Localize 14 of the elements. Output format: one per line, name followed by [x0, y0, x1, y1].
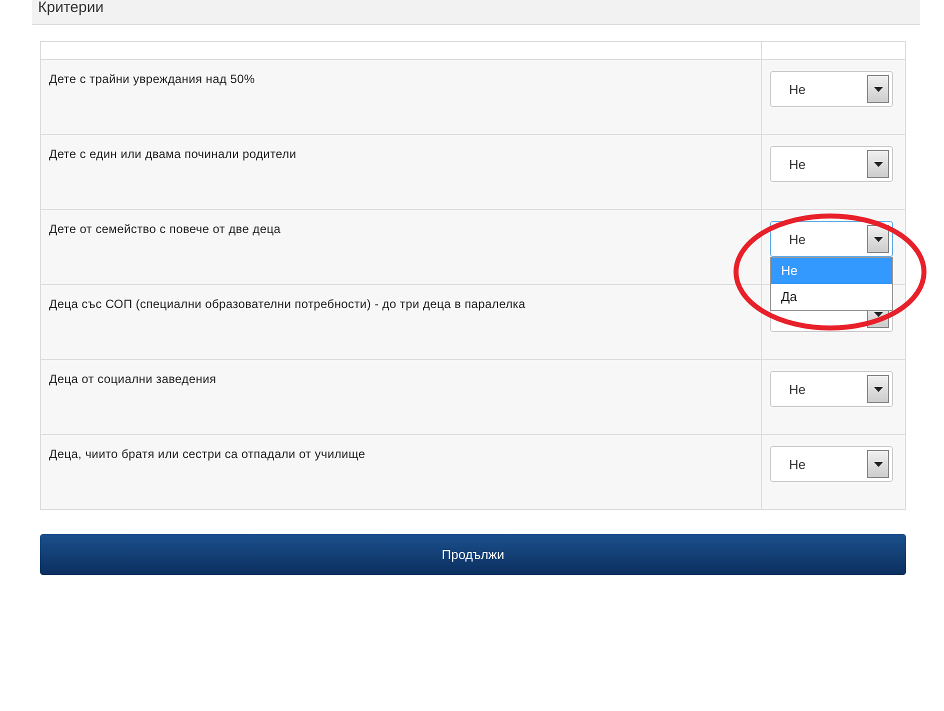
criterion-label: Дете от семейство с повече от две деца: [49, 222, 281, 236]
criterion-label: Деца, чиито братя или сестри са отпадали от училище: [49, 447, 366, 461]
select-field[interactable]: Не: [770, 371, 893, 407]
panel-title: Критерии: [38, 0, 104, 16]
criterion-label: Деца със СОП (специални образователни потребности) - до три деца в паралелка: [49, 297, 526, 311]
criterion-label: Дете с един или двама починали родители: [49, 147, 296, 161]
select-field[interactable]: Не: [770, 146, 893, 182]
select-field[interactable]: Не: [770, 446, 893, 482]
select-field[interactable]: Не: [770, 221, 893, 257]
criterion-label: Деца от социални заведения: [49, 372, 216, 386]
continue-button[interactable]: Продължи: [40, 534, 906, 575]
select-field[interactable]: Не: [770, 71, 893, 107]
dropdown-option[interactable]: Да: [771, 284, 892, 310]
criterion-label: Дете с трайни увреждания над 50%: [49, 72, 255, 86]
